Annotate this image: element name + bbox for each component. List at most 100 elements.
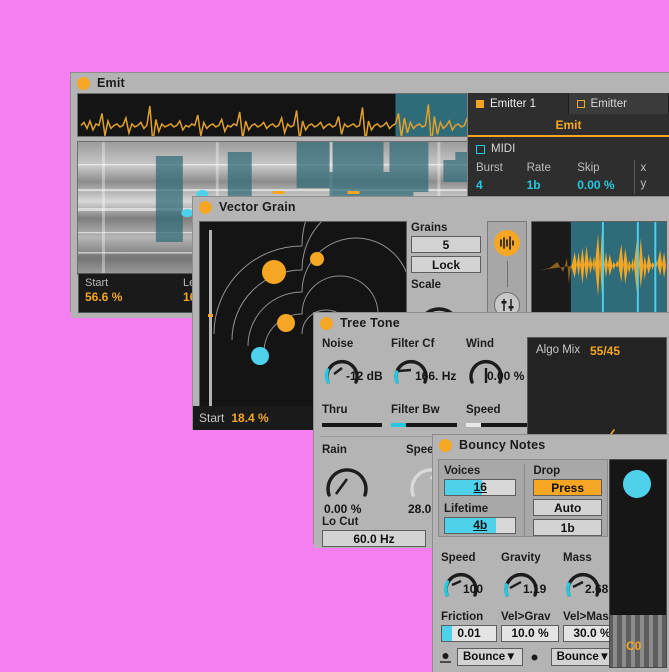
grains-label: Grains — [411, 221, 481, 236]
group-divider — [524, 464, 525, 536]
param-xy[interactable]: x y — [640, 160, 661, 194]
emit-start-value: 56.6 % — [85, 290, 171, 305]
device-power-icon[interactable] — [199, 201, 212, 214]
routing-row: Bounce ▼ Bounce ▼ — [439, 648, 603, 666]
filter-cf-knob[interactable]: 166. Hz — [391, 352, 453, 386]
dot-underline-glyph — [439, 651, 452, 664]
bouncy-notes-window[interactable]: Bouncy Notes Voices 16 Lifetime 4b — [432, 434, 669, 672]
noise-value: -12 dB — [346, 369, 383, 383]
wind-knob[interactable]: 0.00 % — [466, 352, 528, 386]
dot-glyph — [528, 651, 541, 664]
speed-slider[interactable] — [466, 423, 532, 427]
note-label: C0 — [626, 639, 641, 653]
param-skip-value: 0.00 % — [577, 176, 628, 194]
knob-noise[interactable]: Noise -12 dB — [322, 337, 388, 386]
emitter-tabs: Emitter 1 Emitter — [468, 93, 669, 114]
mixer-glyph — [500, 298, 515, 312]
voices-bar[interactable]: 16 — [444, 479, 516, 496]
lifetime-label: Lifetime — [444, 502, 516, 517]
device-power-icon[interactable] — [320, 317, 333, 330]
param-skip[interactable]: Skip 0.00 % — [577, 160, 628, 194]
tab-emitter-1[interactable]: Emitter 1 — [468, 93, 569, 114]
tree-tone-titlebar[interactable]: Tree Tone — [314, 313, 669, 333]
emit-titlebar[interactable]: Emit — [71, 73, 669, 93]
rain-value: 0.00 % — [324, 502, 361, 516]
lo-cut-value[interactable]: 60.0 Hz — [322, 530, 426, 547]
field-vel-grav[interactable]: Vel>Grav 10.0 % — [501, 610, 559, 642]
filter-bw-slider[interactable] — [391, 423, 457, 427]
param-burst-value: 4 — [476, 176, 527, 194]
speed-label: Speed — [466, 403, 532, 418]
grains-value[interactable]: 5 — [411, 236, 481, 253]
waveform-glyph — [499, 236, 515, 250]
field-lo-cut[interactable]: Lo Cut 60.0 Hz — [322, 515, 426, 547]
bouncy-notes-titlebar[interactable]: Bouncy Notes — [433, 435, 669, 455]
filter-cf-label: Filter Cf — [391, 337, 471, 352]
tab-emitter-2[interactable]: Emitter — [569, 93, 669, 114]
vector-grain-titlebar[interactable]: Vector Grain — [193, 197, 669, 217]
tree-tone-title: Tree Tone — [340, 316, 400, 330]
knob-icon — [322, 458, 372, 502]
bn-speed-value: 100 — [463, 582, 483, 596]
icon-divider — [507, 261, 508, 287]
lock-button[interactable]: Lock — [411, 256, 481, 273]
param-rate-label: Rate — [527, 160, 578, 176]
lo-cut-label: Lo Cut — [322, 515, 426, 530]
dot-underline-icon[interactable] — [439, 651, 452, 664]
emit-title: Emit — [97, 76, 125, 90]
device-power-icon[interactable] — [439, 439, 452, 452]
drop-rate-button[interactable]: 1b — [533, 519, 602, 536]
voices-control[interactable]: Voices 16 Lifetime 4b — [444, 464, 516, 536]
knob-gravity[interactable]: Gravity 1.19 — [501, 551, 561, 600]
wind-label: Wind — [466, 337, 536, 352]
emit-section-title: Emit — [468, 114, 669, 137]
midi-checkbox-icon[interactable] — [476, 145, 485, 154]
knob-rain[interactable]: Rain 0.00 % — [322, 443, 392, 506]
thru-label: Thru — [322, 403, 382, 418]
emit-params-row: Burst 4 Rate 1b Skip 0.00 % x y — [468, 157, 669, 194]
slider-thru[interactable]: Thru — [322, 403, 382, 427]
vector-grain-title: Vector Grain — [219, 200, 296, 214]
wind-value: 0.00 % — [487, 369, 524, 383]
midi-toggle-row[interactable]: MIDI — [468, 137, 669, 157]
emit-start-cell[interactable]: Start 56.6 % — [79, 274, 177, 312]
friction-label: Friction — [441, 610, 497, 625]
waveform-icon[interactable] — [494, 230, 520, 256]
param-rate[interactable]: Rate 1b — [527, 160, 578, 194]
param-x-label: x — [640, 160, 661, 176]
rain-knob[interactable]: 0.00 % — [322, 458, 384, 506]
routing-select-2[interactable]: Bounce ▼ — [551, 648, 617, 666]
field-friction[interactable]: Friction 0.01 — [441, 610, 497, 642]
note-ball-icon — [623, 470, 651, 498]
vel-grav-box[interactable]: 10.0 % — [501, 625, 559, 642]
voices-lifetime-group: Voices 16 Lifetime 4b Drop Press Auto — [438, 459, 608, 537]
knob-wind[interactable]: Wind 0.00 % — [466, 337, 536, 386]
noise-knob[interactable]: -12 dB — [322, 352, 384, 386]
param-burst[interactable]: Burst 4 — [476, 160, 527, 194]
param-rate-value: 1b — [527, 176, 578, 194]
gravity-value: 1.19 — [523, 582, 546, 596]
drop-label: Drop — [533, 464, 602, 479]
vg-start-value[interactable]: 18.4 % — [231, 411, 268, 425]
lifetime-bar[interactable]: 4b — [444, 517, 516, 534]
drop-press-button[interactable]: Press — [533, 479, 602, 496]
thru-slider[interactable] — [322, 423, 382, 427]
friction-box[interactable]: 0.01 — [441, 625, 497, 642]
lifetime-value: 4b — [445, 518, 515, 533]
keyboard-strip[interactable]: C0 — [610, 615, 666, 667]
routing-select-1[interactable]: Bounce ▼ — [457, 648, 523, 666]
drop-auto-button[interactable]: Auto — [533, 499, 602, 516]
knob-speed[interactable]: Speed 100 — [441, 551, 499, 600]
slider-speed[interactable]: Speed — [466, 403, 532, 427]
param-skip-label: Skip — [577, 160, 628, 176]
gravity-label: Gravity — [501, 551, 561, 566]
midi-label: MIDI — [491, 143, 515, 155]
slider-filter-bw[interactable]: Filter Bw — [391, 403, 457, 427]
vg-start-label: Start — [199, 411, 224, 425]
scale-label: Scale — [411, 278, 481, 293]
rain-label: Rain — [322, 443, 392, 458]
device-power-icon[interactable] — [77, 77, 90, 90]
dot-icon[interactable] — [528, 651, 541, 664]
knob-filter-cf[interactable]: Filter Cf 166. Hz — [391, 337, 471, 386]
bouncy-notes-visualizer[interactable]: C0 — [609, 459, 667, 668]
